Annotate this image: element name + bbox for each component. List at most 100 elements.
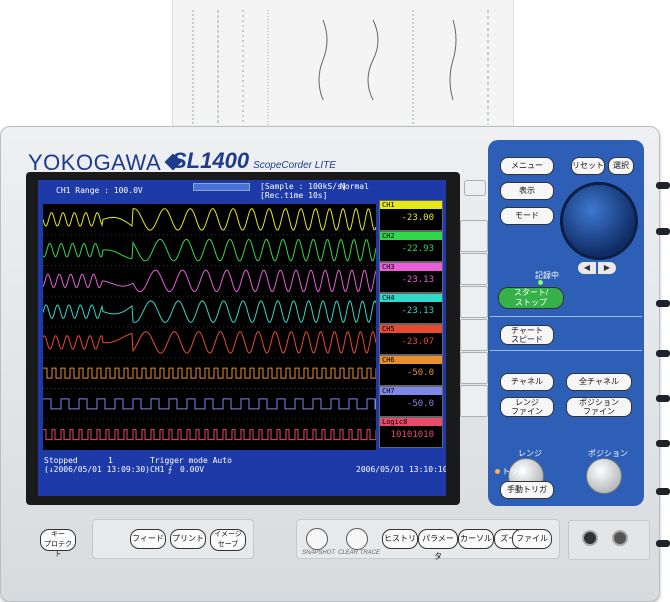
display-screen: CH1 Range : 100.0V [Sample : 100kS/s] No… xyxy=(38,180,446,496)
channel-readout-3: CH3 -23.13 xyxy=(379,262,443,293)
channel-readout-4: CH4 -23.13 xyxy=(379,293,443,324)
channel-readout-6: CH6 -50.0 xyxy=(379,355,443,386)
key-protect-button[interactable]: キー プロテクト xyxy=(40,529,76,558)
channel-label: CH3 xyxy=(380,263,442,271)
soft-key-2[interactable] xyxy=(460,253,488,285)
input-cable xyxy=(656,395,670,402)
channel-readout-8: Logic8 10101010 xyxy=(379,417,443,448)
trace-ch5 xyxy=(42,330,377,354)
channel-readout-5: CH5 -23.07 xyxy=(379,324,443,355)
arrow-right-icon[interactable]: ▶ xyxy=(598,262,616,274)
channel-value: -23.13 xyxy=(401,306,434,316)
status-count: 1 xyxy=(108,456,113,465)
channel-value: 10101010 xyxy=(390,430,434,440)
trigger-led xyxy=(495,469,500,474)
channel-label: CH2 xyxy=(380,232,442,240)
trace-logic8 xyxy=(43,429,377,441)
waveform-area xyxy=(42,204,377,450)
channel-label: CH4 xyxy=(380,294,442,302)
channel-readout-7: CH7 -50.0 xyxy=(379,386,443,417)
trigger-mode-readout: Normal xyxy=(340,182,369,191)
trigger-level: 0.00V xyxy=(180,465,205,474)
trace-ch2 xyxy=(42,238,377,262)
chart-speed-button[interactable]: チャート スピード xyxy=(500,325,554,345)
channel-label: Logic8 xyxy=(380,418,442,426)
trigger-label: トリガ xyxy=(502,467,526,476)
range-fine-button[interactable]: レンジ ファイン xyxy=(500,397,554,417)
channel-button[interactable]: チャネル xyxy=(500,373,554,391)
panel-divider xyxy=(490,316,642,317)
mode-button[interactable]: モード xyxy=(500,207,554,225)
input-cable xyxy=(656,300,670,307)
channel-value: -50.0 xyxy=(406,368,434,378)
panel-divider xyxy=(490,350,642,351)
file-button[interactable]: ファイル xyxy=(512,529,552,549)
print-button[interactable]: プリント xyxy=(170,529,206,549)
soft-key-1[interactable] xyxy=(460,220,488,252)
input-cable xyxy=(656,182,670,189)
channel-label: CH7 xyxy=(380,387,442,395)
end-time: 2006/05/01 13:10:10 xyxy=(356,465,446,474)
start-stop-button[interactable]: スタート/ ストップ xyxy=(498,287,564,309)
reset-button[interactable]: リセット xyxy=(571,157,605,175)
channel-readout-panel: CH1 -23.00 CH2 -22.93 CH3 -23.13 CH4 -23.13 CH5 -… xyxy=(379,200,444,452)
channel-readout-1: CH1 -23.00 xyxy=(379,200,443,231)
channel-label: CH6 xyxy=(380,356,442,364)
channel-value: -23.07 xyxy=(401,337,434,347)
trace-ch4 xyxy=(42,300,377,324)
input-cable xyxy=(656,488,670,495)
channel-value: -23.13 xyxy=(401,275,434,285)
cursor-button[interactable]: カーソル xyxy=(458,529,494,549)
trace-ch6 xyxy=(43,367,377,379)
trace-ch3 xyxy=(42,269,377,293)
waveform-plot xyxy=(42,207,377,441)
clear-trace-label: CLEAR TRACE xyxy=(338,550,381,556)
jog-shuttle-dial[interactable] xyxy=(560,182,638,260)
select-button[interactable]: 選択 xyxy=(608,157,634,175)
start-time: (↓2006/05/01 13:09:30) xyxy=(44,465,150,474)
soft-key-4[interactable] xyxy=(460,319,488,351)
feed-button[interactable]: フィード xyxy=(130,529,166,549)
position-fine-button[interactable]: ポジション ファイン xyxy=(566,397,632,417)
arrow-left-icon[interactable]: ◀ xyxy=(578,262,596,274)
image-save-button[interactable]: イメージ セーブ xyxy=(210,529,246,551)
soft-key-3[interactable] xyxy=(460,286,488,318)
input-cable xyxy=(656,540,670,547)
recording-paper xyxy=(172,0,514,132)
position-knob[interactable] xyxy=(586,458,622,494)
all-channels-button[interactable]: 全チャネル xyxy=(566,373,632,391)
menu-button[interactable]: メニュー xyxy=(500,157,554,175)
ground-terminal-icon xyxy=(582,530,598,546)
range-readout: CH1 Range : 100.0V xyxy=(56,186,143,195)
terminal-panel xyxy=(568,520,650,560)
trace-ch7 xyxy=(43,398,377,410)
display-button[interactable]: 表示 xyxy=(500,182,554,200)
model-name: SL1400 ScopeCorder LITE xyxy=(172,148,336,173)
snapshot-button[interactable] xyxy=(306,528,328,550)
channel-label: CH5 xyxy=(380,325,442,333)
soft-key-6[interactable] xyxy=(460,385,488,417)
status-text: Stopped xyxy=(44,456,78,465)
record-time: [Rec.time 10s] xyxy=(260,191,328,200)
parameter-button[interactable]: パラメータ xyxy=(418,529,458,561)
channel-label: CH1 xyxy=(380,201,442,209)
channel-value: -23.00 xyxy=(401,213,434,223)
history-button[interactable]: ヒストリ xyxy=(382,529,418,549)
channel-readout-2: CH2 -22.93 xyxy=(379,231,443,262)
trigger-channel: CH1 xyxy=(150,465,165,474)
snapshot-label: SNAPSHOT xyxy=(302,550,336,556)
channel-value: -50.0 xyxy=(406,399,434,409)
esc-button[interactable] xyxy=(464,180,486,196)
recording-led xyxy=(538,280,543,285)
record-progress-bar xyxy=(193,183,250,191)
sample-rate: [Sample : 100kS/s] xyxy=(260,182,347,191)
channel-value: -22.93 xyxy=(401,244,434,254)
input-cable xyxy=(656,350,670,357)
clear-trace-button[interactable] xyxy=(346,528,368,550)
trace-ch1 xyxy=(42,207,377,231)
trigger-mode-text: Trigger mode Auto xyxy=(150,456,232,465)
manual-trigger-button[interactable]: 手動トリガ xyxy=(500,481,554,499)
position-label: ポジション xyxy=(588,449,628,458)
input-cable xyxy=(656,440,670,447)
soft-key-5[interactable] xyxy=(460,352,488,384)
